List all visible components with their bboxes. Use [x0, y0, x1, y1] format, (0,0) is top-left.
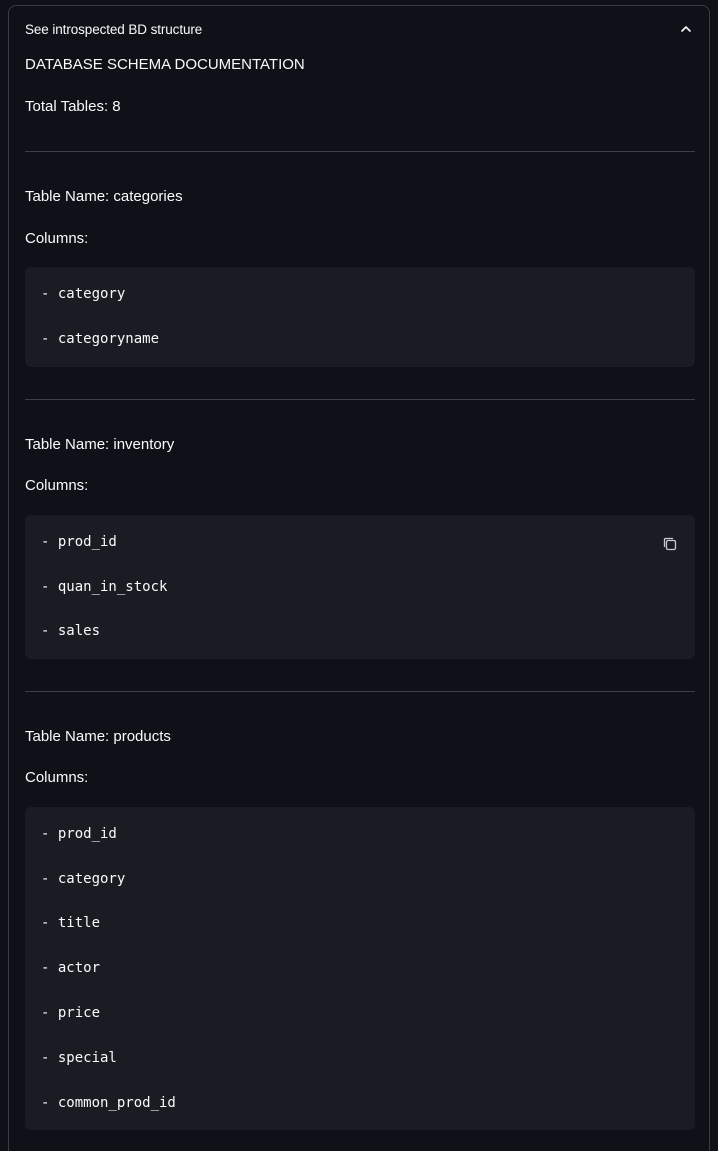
- code-line: - common_prod_id: [41, 1095, 176, 1111]
- code-block-categories: - category - categoryname: [25, 267, 695, 367]
- divider: [25, 151, 695, 152]
- divider: [25, 691, 695, 692]
- code-line: - category: [41, 286, 125, 302]
- code-line: - categoryname: [41, 331, 159, 347]
- code-line: - prod_id: [41, 826, 117, 842]
- code-line: - title: [41, 915, 100, 931]
- code-line: - actor: [41, 960, 100, 976]
- schema-expander: See introspected BD structure DATABASE S…: [8, 5, 710, 1151]
- code-line: - quan_in_stock: [41, 579, 167, 595]
- code-line: - special: [41, 1050, 117, 1066]
- total-tables: Total Tables: 8: [25, 98, 121, 115]
- code-line: - price: [41, 1005, 100, 1021]
- code-block-inventory: - prod_id - quan_in_stock - sales: [25, 515, 695, 659]
- expander-title: See introspected BD structure: [25, 22, 202, 37]
- columns-label: Columns:: [25, 477, 88, 494]
- code-line: - sales: [41, 623, 100, 639]
- table-name-products: Table Name: products: [25, 728, 171, 745]
- code-line: - prod_id: [41, 534, 117, 550]
- copy-icon[interactable]: [661, 535, 679, 553]
- code-line: - category: [41, 871, 125, 887]
- expander-header[interactable]: See introspected BD structure: [9, 6, 709, 54]
- table-name-inventory: Table Name: inventory: [25, 436, 174, 453]
- chevron-up-icon[interactable]: [680, 23, 692, 35]
- columns-label: Columns:: [25, 769, 88, 786]
- doc-heading: DATABASE SCHEMA DOCUMENTATION: [25, 56, 305, 73]
- divider: [25, 399, 695, 400]
- table-name-categories: Table Name: categories: [25, 188, 183, 205]
- code-block-products: - prod_id - category - title - actor - p…: [25, 807, 695, 1130]
- columns-label: Columns:: [25, 230, 88, 247]
